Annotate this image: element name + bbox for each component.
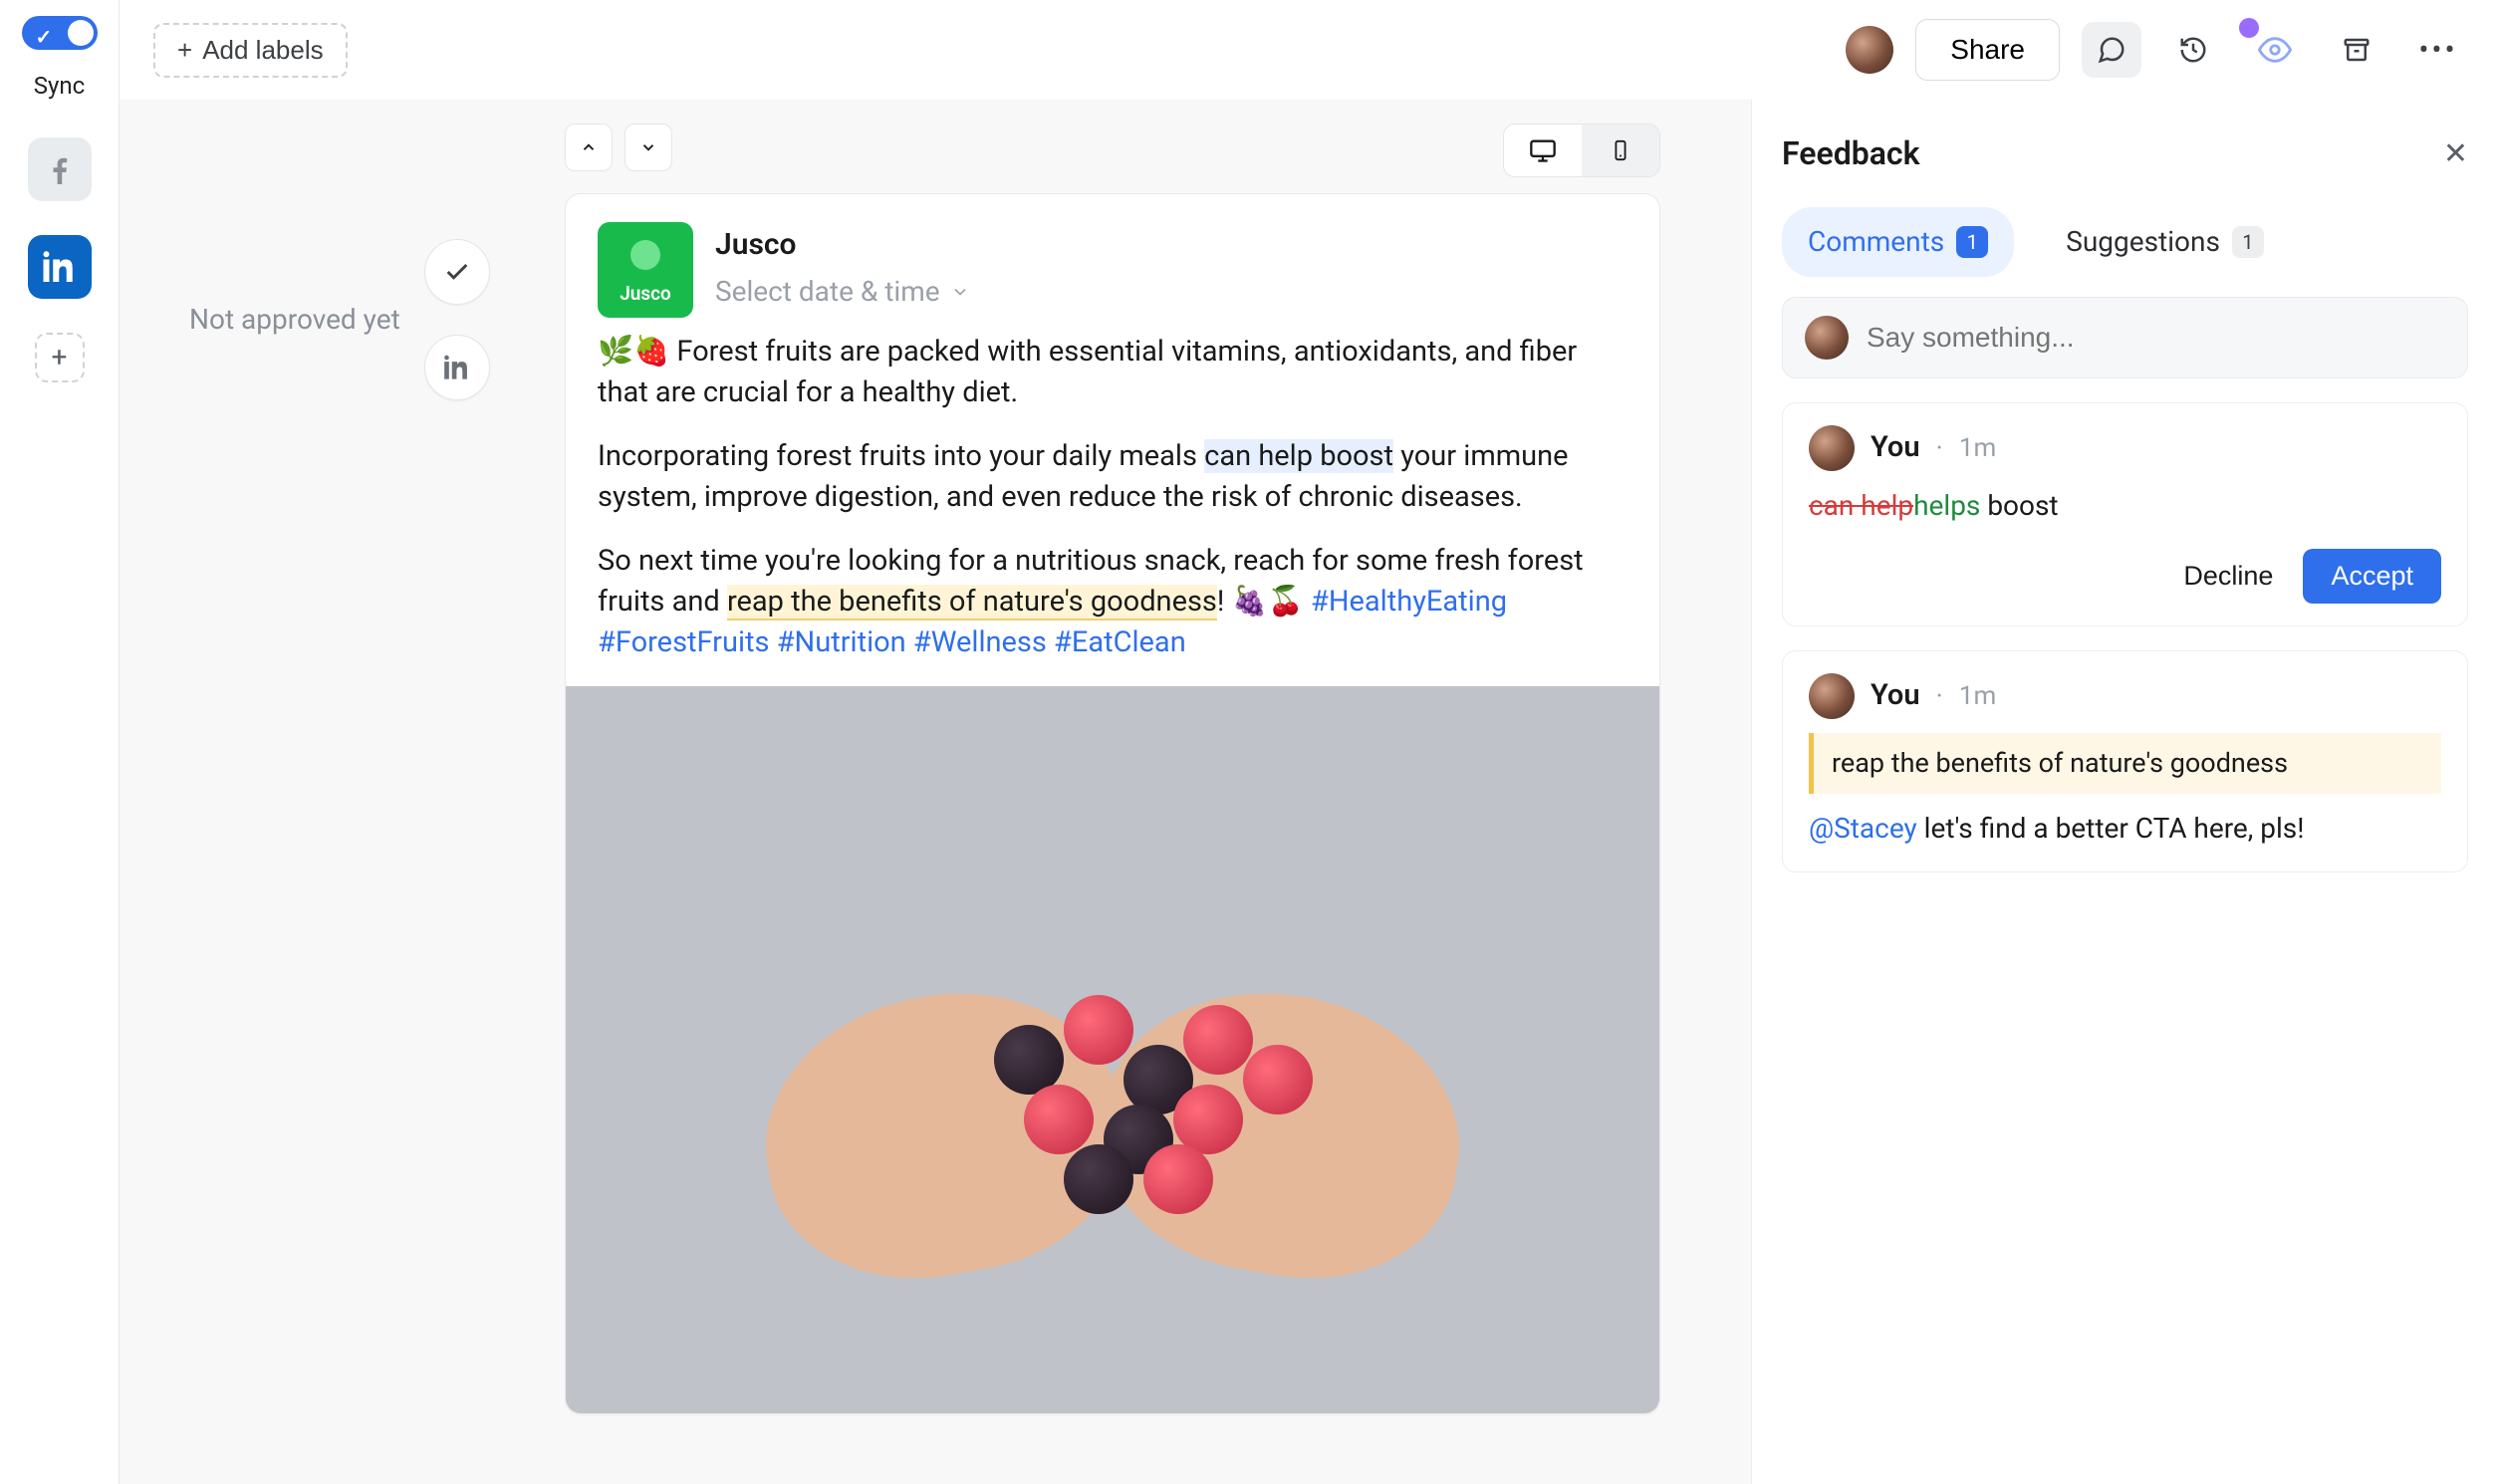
next-post-button[interactable] (624, 124, 672, 171)
sync-toggle[interactable]: ✓ (22, 16, 98, 50)
linkedin-icon (42, 249, 78, 285)
facebook-channel-icon[interactable] (28, 137, 92, 201)
tab-suggestions[interactable]: Suggestions 1 (2040, 207, 2290, 277)
plus-icon: + (177, 35, 192, 66)
feedback-tabs: Comments 1 Suggestions 1 (1782, 207, 2468, 277)
left-rail: ✓ Sync + (0, 0, 120, 1484)
comment-input[interactable] (1867, 322, 2445, 354)
tab-comments-count: 1 (1956, 226, 1988, 258)
approve-button[interactable] (424, 239, 490, 305)
panel-title: Feedback (1782, 129, 1919, 177)
mobile-icon (1610, 136, 1631, 164)
diff-rest: boost (1980, 489, 2058, 522)
comment-body: let's find a better CTA here, pls! (1917, 812, 2305, 845)
date-selector[interactable]: Select date & time (715, 271, 970, 313)
post-body[interactable]: 🌿🍓 Forest fruits are packed with essenti… (566, 328, 1659, 662)
device-toggle (1503, 124, 1660, 177)
linkedin-target-chip[interactable] (424, 335, 490, 400)
chevron-down-icon (950, 282, 970, 302)
comment-author: You (1871, 674, 1920, 718)
date-selector-label: Select date & time (715, 271, 940, 313)
add-channel-button[interactable]: + (35, 333, 85, 382)
archive-button[interactable] (2327, 22, 2386, 78)
post-nav (565, 124, 672, 171)
avatar (1809, 673, 1855, 719)
post-p1: 🌿🍓 Forest fruits are packed with essenti… (598, 335, 1577, 409)
comment-card: You · 1m reap the benefits of nature's g… (1782, 650, 2468, 872)
comment-text: @Stacey let's find a better CTA here, pl… (1809, 808, 2441, 850)
feedback-panel: Feedback ✕ Comments 1 Suggestions 1 You … (1751, 100, 2498, 1484)
decline-button[interactable]: Decline (2183, 549, 2273, 604)
check-icon (443, 258, 471, 286)
approval-row: Not approved yet (189, 239, 490, 400)
brand-name: Jusco (715, 222, 970, 267)
tab-suggestions-label: Suggestions (2066, 221, 2220, 263)
tab-comments-label: Comments (1808, 221, 1944, 263)
add-labels-text: Add labels (202, 35, 323, 66)
comment-quote: reap the benefits of nature's goodness (1809, 733, 2441, 794)
facebook-icon (42, 151, 78, 187)
add-labels-button[interactable]: + Add labels (153, 23, 348, 78)
suggestion-time: 1m (1959, 429, 1996, 468)
sync-label: Sync (34, 68, 85, 104)
prev-post-button[interactable] (565, 124, 613, 171)
post-p2-pre: Incorporating forest fruits into your da… (598, 439, 1204, 473)
close-panel-button[interactable]: ✕ (2443, 131, 2468, 176)
post-image (566, 686, 1659, 1413)
composer-avatar (1805, 316, 1849, 360)
brand-logo: Jusco (598, 222, 693, 318)
history-icon (2178, 35, 2208, 65)
chat-icon (2097, 35, 2126, 65)
comment-composer[interactable] (1782, 297, 2468, 378)
comment-time: 1m (1959, 677, 1996, 716)
archive-icon (2342, 35, 2372, 65)
share-button[interactable]: Share (1915, 19, 2060, 81)
desktop-preview-button[interactable] (1504, 124, 1582, 176)
mobile-preview-button[interactable] (1582, 124, 1659, 176)
visibility-button[interactable] (2245, 22, 2305, 78)
desktop-icon (1529, 136, 1557, 164)
chevron-up-icon (580, 138, 598, 156)
approval-status: Not approved yet (189, 299, 400, 341)
post-card: Jusco Jusco Select date & time 🌿🍓 Forest… (565, 193, 1660, 1414)
highlight-comment[interactable]: reap the benefits of nature's goodness (727, 585, 1217, 620)
post-p3-post: ! 🍇🍒 (1217, 585, 1311, 618)
avatar (1809, 425, 1855, 471)
eye-icon (2258, 33, 2292, 67)
accept-button[interactable]: Accept (2303, 549, 2441, 604)
main-area: Not approved yet Jusco (120, 100, 1751, 1484)
suggestion-card: You · 1m can helphelps boost Decline Acc… (1782, 402, 2468, 626)
tab-suggestions-count: 1 (2232, 226, 2264, 258)
comments-panel-toggle[interactable] (2082, 22, 2141, 78)
tab-comments[interactable]: Comments 1 (1782, 207, 2014, 277)
history-button[interactable] (2163, 22, 2223, 78)
diff-delete: can help (1809, 489, 1913, 522)
linkedin-icon (443, 354, 471, 381)
more-menu[interactable]: ••• (2408, 22, 2468, 78)
topbar: + Add labels Share ••• (120, 0, 2498, 100)
suggestion-diff: can helphelps boost (1809, 485, 2441, 527)
linkedin-channel-icon[interactable] (28, 235, 92, 299)
more-icon: ••• (2418, 28, 2457, 73)
highlight-suggestion[interactable]: can help boost (1204, 439, 1393, 473)
brand-logo-text: Jusco (620, 280, 671, 309)
check-icon: ✓ (36, 22, 53, 52)
mention[interactable]: @Stacey (1809, 812, 1917, 845)
chevron-down-icon (639, 138, 657, 156)
user-avatar[interactable] (1846, 26, 1893, 74)
suggestion-author: You (1871, 426, 1920, 470)
diff-insert: helps (1913, 489, 1980, 522)
